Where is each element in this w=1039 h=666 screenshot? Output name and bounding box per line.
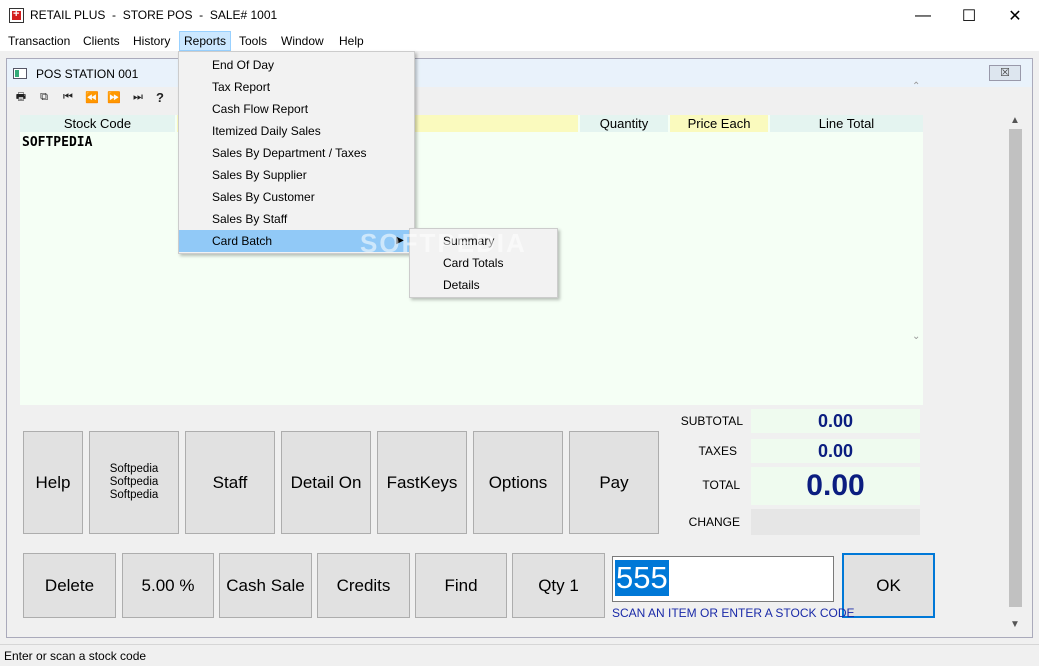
subtotal-label: SUBTOTAL [680,414,743,428]
pos-station-window: POS STATION 001 ☒ 🖶 ⧉ ⏮ ⏪ ⏩ ⏭ ? Stock Co… [6,58,1033,638]
ok-button[interactable]: OK [842,553,935,618]
softpedia-button[interactable]: Softpedia Softpedia Softpedia [89,431,179,534]
find-button[interactable]: Find [415,553,507,618]
menu-item-end-of-day[interactable]: End Of Day [179,54,414,76]
close-button[interactable]: ✕ [992,0,1038,31]
menu-reports[interactable]: Reports [179,31,232,51]
card-batch-label: Card Batch [212,234,273,248]
softpedia-line-1: Softpedia [109,463,159,475]
detail-on-button[interactable]: Detail On [281,431,371,534]
window-title: RETAIL PLUS - STORE POS - SALE# 1001 [30,8,278,22]
scroll-thumb[interactable] [1009,129,1022,607]
fastkeys-button[interactable]: FastKeys [377,431,467,534]
menu-tools[interactable]: Tools [235,31,271,51]
menu-bar: Transaction Clients History Reports Tool… [0,31,1039,51]
child-window-title: POS STATION 001 [36,67,139,81]
stock-code-input-value: 555 [615,560,669,596]
reports-menu: End Of Day Tax Report Cash Flow Report I… [178,51,415,254]
submenu-item-details[interactable]: Details [410,274,557,296]
credits-button[interactable]: Credits [317,553,410,618]
menu-clients[interactable]: Clients [79,31,124,51]
scroll-down-icon[interactable]: ▼ [1010,619,1020,630]
app-icon [9,8,24,23]
scroll-up-icon[interactable]: ▲ [1010,115,1020,126]
subtotal-value: 0.00 [751,409,920,433]
menu-transaction[interactable]: Transaction [4,31,74,51]
delete-button[interactable]: Delete [23,553,116,618]
total-value: 0.00 [751,467,920,505]
last-record-icon[interactable]: ⏭ [130,89,146,105]
status-text: Enter or scan a stock code [4,649,147,663]
menu-window[interactable]: Window [277,31,328,51]
grid-scroll-down-icon[interactable]: ⌄ [912,331,920,342]
column-header-quantity[interactable]: Quantity [580,115,668,132]
status-bar: Enter or scan a stock code [0,644,1039,666]
menu-help[interactable]: Help [335,31,368,51]
taxes-label: TAXES [698,444,737,458]
entry-hint: SCAN AN ITEM OR ENTER A STOCK CODE [612,606,855,620]
next-record-icon[interactable]: ⏩ [106,89,122,105]
menu-item-cash-flow-report[interactable]: Cash Flow Report [179,98,414,120]
options-button[interactable]: Options [473,431,563,534]
minimize-button[interactable]: — [900,0,946,31]
column-header-line-total[interactable]: Line Total [770,115,923,132]
pay-button[interactable]: Pay [569,431,659,534]
cash-sale-button[interactable]: Cash Sale [219,553,312,618]
menu-item-sales-by-department[interactable]: Sales By Department / Taxes [179,142,414,164]
softpedia-line-2: Softpedia [109,476,159,488]
help-button[interactable]: Help [23,431,83,534]
softpedia-line-3: Softpedia [109,489,159,501]
stock-code-input[interactable]: 555 [612,556,834,602]
total-label: TOTAL [702,478,740,492]
grid-scroll-up-icon[interactable]: ⌃ [912,81,920,92]
discount-percent-button[interactable]: 5.00 % [122,553,214,618]
grid-row-text: SOFTPEDIA [22,135,93,150]
vertical-scrollbar[interactable]: ▲ ▼ [1007,115,1024,635]
menu-item-sales-by-supplier[interactable]: Sales By Supplier [179,164,414,186]
menu-item-itemized-daily-sales[interactable]: Itemized Daily Sales [179,120,414,142]
help-question-icon[interactable]: ? [152,89,168,105]
column-header-stock-code[interactable]: Stock Code [20,115,175,132]
station-icon [13,68,27,79]
taxes-value: 0.00 [751,439,920,463]
menu-item-sales-by-staff[interactable]: Sales By Staff [179,208,414,230]
first-record-icon[interactable]: ⏮ [60,89,76,105]
copy-icon[interactable]: ⧉ [36,89,52,105]
title-bar: RETAIL PLUS - STORE POS - SALE# 1001 — ☐… [0,0,1039,31]
child-title-bar: POS STATION 001 ☒ [7,59,1032,87]
prev-record-icon[interactable]: ⏪ [84,89,100,105]
menu-item-sales-by-customer[interactable]: Sales By Customer [179,186,414,208]
child-close-button[interactable]: ☒ [989,65,1021,81]
change-value [751,509,920,535]
menu-history[interactable]: History [129,31,174,51]
watermark: SOFTPEDIA [360,228,527,258]
staff-button[interactable]: Staff [185,431,275,534]
change-label: CHANGE [688,515,740,529]
printer-icon[interactable]: 🖶 [13,89,29,105]
qty-button[interactable]: Qty 1 [512,553,605,618]
column-header-price-each[interactable]: Price Each [670,115,768,132]
maximize-button[interactable]: ☐ [946,0,992,31]
menu-item-tax-report[interactable]: Tax Report [179,76,414,98]
